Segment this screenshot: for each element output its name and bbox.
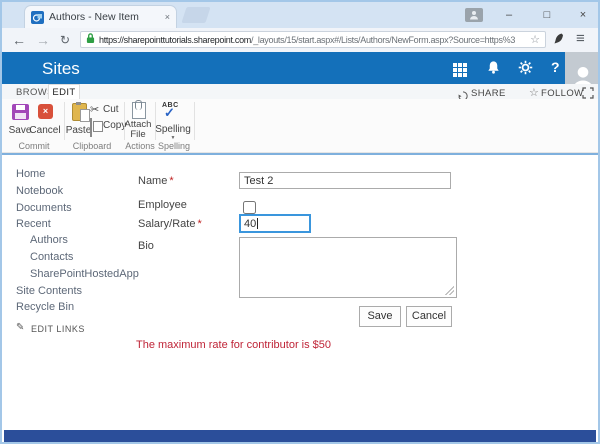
follow-star-icon: ☆ bbox=[529, 87, 539, 99]
sidebar-item-authors[interactable]: Authors bbox=[30, 234, 68, 246]
group-label-actions: Actions bbox=[125, 141, 155, 151]
edit-links-pencil-icon: ✎ bbox=[16, 322, 25, 333]
required-mark: * bbox=[197, 218, 202, 230]
sharepoint-favicon-icon bbox=[31, 10, 44, 24]
tab-edit[interactable]: EDIT bbox=[48, 84, 80, 100]
notifications-bell-icon[interactable] bbox=[486, 60, 502, 76]
salary-value: 40 bbox=[244, 217, 257, 230]
sidebar-item-site-contents[interactable]: Site Contents bbox=[16, 285, 82, 297]
page-footer-bar bbox=[4, 430, 596, 442]
suite-bar bbox=[2, 52, 598, 84]
name-field-label: Name * bbox=[138, 175, 174, 187]
share-button[interactable]: SHARE bbox=[471, 88, 506, 99]
extension-icon[interactable] bbox=[553, 32, 564, 50]
profile-icon[interactable] bbox=[465, 8, 483, 22]
ribbon-cancel-button[interactable]: Cancel bbox=[29, 125, 61, 136]
app-launcher-icon[interactable] bbox=[453, 63, 457, 67]
text-cursor bbox=[257, 218, 259, 229]
bio-textarea[interactable] bbox=[239, 237, 457, 298]
salary-input[interactable]: 40 bbox=[239, 214, 311, 233]
name-input[interactable] bbox=[239, 172, 451, 189]
padlock-icon bbox=[86, 32, 95, 47]
cancel-icon: × bbox=[38, 104, 53, 119]
group-label-spelling: Spelling bbox=[157, 141, 191, 151]
employee-checkbox[interactable] bbox=[243, 201, 256, 214]
sidebar-item-recycle-bin[interactable]: Recycle Bin bbox=[16, 301, 74, 313]
spelling-check-icon: ✓ bbox=[164, 105, 175, 120]
address-bar[interactable]: https://sharepointtutorials.sharepoint.c… bbox=[80, 31, 546, 48]
attach-file-icon bbox=[132, 100, 146, 119]
form-cancel-button[interactable]: Cancel bbox=[406, 306, 452, 327]
sidebar-item-contacts[interactable]: Contacts bbox=[30, 251, 73, 263]
copy-icon bbox=[90, 118, 103, 137]
browser-titlebar: Authors - New Item × – □ × bbox=[2, 2, 598, 28]
cut-button[interactable]: Cut bbox=[103, 104, 119, 115]
form-save-button[interactable]: Save bbox=[359, 306, 401, 327]
attach-file-button-line2[interactable]: File bbox=[122, 129, 154, 140]
browser-tab[interactable]: Authors - New Item × bbox=[24, 5, 177, 28]
bookmark-star-icon[interactable]: ☆ bbox=[530, 33, 540, 46]
sidebar-item-notebook[interactable]: Notebook bbox=[16, 185, 63, 197]
validation-message: The maximum rate for contributor is $50 bbox=[136, 339, 332, 351]
required-mark: * bbox=[169, 175, 174, 187]
settings-gear-icon[interactable] bbox=[518, 60, 534, 76]
sidebar-item-recent[interactable]: Recent bbox=[16, 218, 51, 230]
menu-icon[interactable]: ≡ bbox=[576, 30, 585, 48]
url-host: https://sharepointtutorials.sharepoint.c… bbox=[99, 34, 251, 45]
tab-close-icon[interactable]: × bbox=[165, 12, 170, 22]
save-icon bbox=[12, 104, 29, 120]
close-button[interactable]: × bbox=[570, 6, 596, 24]
tab-title: Authors - New Item bbox=[49, 11, 139, 23]
edit-links-button[interactable]: EDIT LINKS bbox=[31, 324, 85, 334]
salary-field-label: Salary/Rate * bbox=[138, 218, 202, 230]
paste-icon bbox=[72, 102, 90, 122]
spelling-button[interactable]: Spelling bbox=[154, 124, 192, 135]
site-title: Sites bbox=[42, 59, 80, 78]
back-icon[interactable]: ← bbox=[12, 31, 26, 49]
group-label-clipboard: Clipboard bbox=[72, 141, 112, 151]
url-path: /_layouts/15/start.aspx#/Lists/Authors/N… bbox=[251, 34, 516, 45]
new-tab-button[interactable] bbox=[181, 7, 211, 23]
resize-grip-icon[interactable] bbox=[445, 286, 454, 295]
sidebar-item-sharepointhostedapp[interactable]: SharePointHostedApp bbox=[30, 268, 139, 280]
ribbon-bottom-border bbox=[2, 153, 598, 155]
ribbon-tab-row bbox=[2, 84, 598, 99]
cut-icon: ✂ bbox=[90, 104, 100, 116]
browser-window: Authors - New Item × – □ × ← → ↻ https:/… bbox=[0, 0, 600, 444]
maximize-button[interactable]: □ bbox=[534, 6, 560, 24]
help-icon[interactable]: ? bbox=[551, 59, 560, 75]
minimize-button[interactable]: – bbox=[496, 6, 522, 24]
sidebar-item-home[interactable]: Home bbox=[16, 168, 45, 180]
ribbon-divider bbox=[194, 102, 195, 140]
bio-field-label: Bio bbox=[138, 240, 154, 252]
sidebar-item-documents[interactable]: Documents bbox=[16, 202, 72, 214]
employee-field-label: Employee bbox=[138, 199, 187, 211]
group-label-commit: Commit bbox=[18, 141, 50, 151]
follow-button[interactable]: FOLLOW bbox=[541, 88, 584, 99]
forward-icon[interactable]: → bbox=[36, 31, 50, 49]
refresh-icon[interactable]: ↻ bbox=[60, 31, 70, 49]
